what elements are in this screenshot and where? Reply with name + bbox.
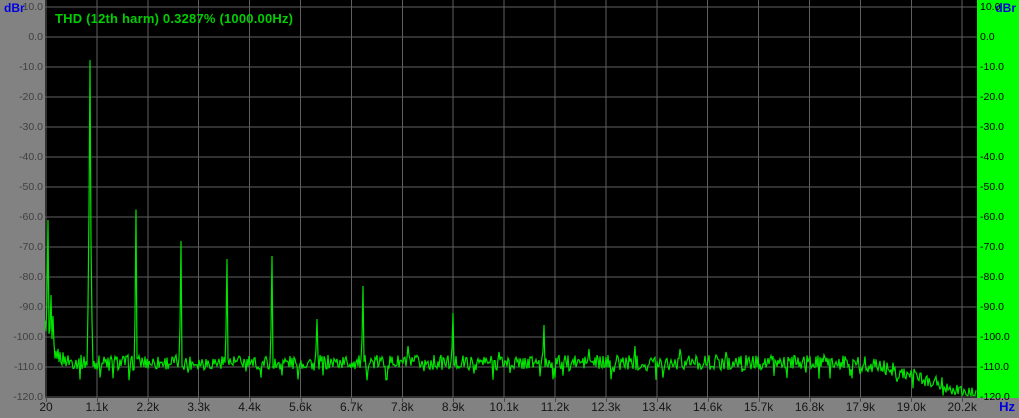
x-tick-label: 12.3k [581, 400, 631, 414]
y-tick-label-left: 10.0 [23, 2, 43, 13]
y-tick-label-right: 0.0 [980, 32, 995, 43]
grid-lines [45, 0, 977, 398]
x-tick-label: 16.8k [785, 400, 835, 414]
x-tick-label: 6.7k [326, 400, 376, 414]
spectrum-chart [45, 0, 977, 398]
y-tick-label-right: -10.0 [980, 62, 1004, 73]
y-tick-label-left: -100.0 [13, 332, 43, 343]
y-tick-label-right: -40.0 [980, 152, 1004, 163]
y-tick-label-left: -10.0 [19, 62, 43, 73]
y-tick-label-right: -80.0 [980, 272, 1004, 283]
spectrum-trace [45, 60, 976, 395]
y-tick-label-left: -90.0 [19, 302, 43, 313]
y-tick-label-right: -60.0 [980, 212, 1004, 223]
x-tick-label: 7.8k [377, 400, 427, 414]
spectrum-analyzer-window: dBr 10.0 0.0 -10.0 -20.0 -30.0 -40.0 -50.0 -60.… [0, 0, 1019, 418]
x-axis-unit: Hz [999, 400, 1015, 413]
x-tick-label: 1.1k [72, 400, 122, 414]
x-tick-label: 2.2k [123, 400, 173, 414]
y-axis-unit-left: dBr [4, 2, 25, 15]
x-tick-label: 10.1k [479, 400, 529, 414]
y-tick-label-right: -100.0 [980, 332, 1010, 343]
x-tick-label: 19.0k [886, 400, 936, 414]
y-tick-label-right: -110.0 [980, 362, 1009, 373]
x-tick-label: 20 [21, 400, 71, 414]
x-tick-label: 5.6k [276, 400, 326, 414]
y-tick-label-left: -110.0 [14, 362, 43, 373]
y-tick-label-left: -40.0 [19, 152, 43, 163]
y-tick-label-left: -30.0 [19, 122, 43, 133]
y-tick-label-right: -20.0 [980, 92, 1004, 103]
y-tick-label-right: -70.0 [980, 242, 1004, 253]
x-tick-label: 8.9k [428, 400, 478, 414]
x-tick-label: 11.2k [530, 400, 580, 414]
x-tick-label: 20.2k [937, 400, 987, 414]
x-tick-label: 14.6k [683, 400, 733, 414]
x-tick-label: 15.7k [734, 400, 784, 414]
y-tick-label-left: -50.0 [19, 182, 43, 193]
x-tick-label: 3.3k [174, 400, 224, 414]
y-tick-label-left: -80.0 [19, 272, 43, 283]
y-tick-label-left: -60.0 [19, 212, 43, 223]
y-tick-label-left: -70.0 [19, 242, 43, 253]
y-tick-label-left: 0.0 [28, 32, 43, 43]
chart-title: THD (12th harm) 0.3287% (1000.00Hz) [55, 11, 293, 26]
spectrum-plot-area[interactable] [45, 0, 977, 398]
x-tick-label: 4.4k [225, 400, 275, 414]
y-tick-label-right: -50.0 [980, 182, 1004, 193]
x-tick-label: 17.9k [835, 400, 885, 414]
y-tick-label-right: -90.0 [980, 302, 1004, 313]
y-tick-label-left: -20.0 [19, 92, 43, 103]
x-tick-label: 13.4k [632, 400, 682, 414]
y-tick-label-right: 10.0 [980, 2, 1000, 13]
y-tick-label-right: -30.0 [980, 122, 1004, 133]
